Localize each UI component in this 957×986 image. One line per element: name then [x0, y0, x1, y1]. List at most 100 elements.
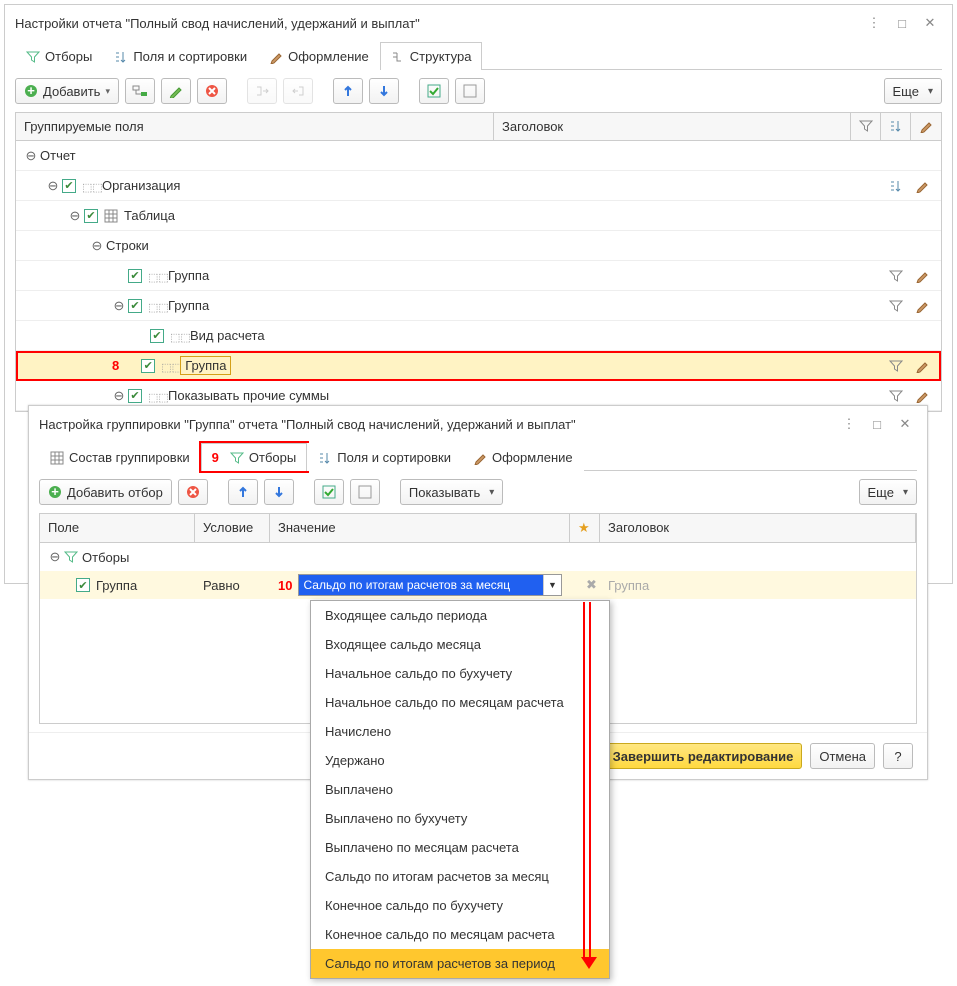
chevron-down-icon[interactable]: ▼: [543, 575, 561, 595]
dropdown-option[interactable]: Сальдо по итогам расчетов за период: [311, 949, 609, 978]
dropdown-option[interactable]: Удержано: [311, 746, 609, 775]
brush-icon[interactable]: [915, 269, 929, 283]
funnel-icon[interactable]: [889, 299, 903, 313]
dropdown-option[interactable]: Выплачено по месяцам расчета: [311, 833, 609, 862]
col-sort-icon[interactable]: [881, 113, 911, 140]
sub-uncheck-all-button[interactable]: [350, 479, 380, 505]
sub-delete-button[interactable]: [178, 479, 208, 505]
checkbox[interactable]: ✔: [128, 299, 142, 313]
dropdown-option[interactable]: Начальное сальдо по бухучету: [311, 659, 609, 688]
col-header[interactable]: Заголовок: [494, 113, 851, 140]
expander-icon[interactable]: ⊖: [48, 550, 62, 564]
tree-row[interactable]: ✔⬚⬚Группа: [16, 261, 941, 291]
add-filter-button[interactable]: + Добавить отбор: [39, 479, 172, 505]
tab-group-content[interactable]: Состав группировки: [39, 443, 201, 471]
finish-editing-button[interactable]: Завершить редактирование: [604, 743, 803, 769]
col-groupfields[interactable]: Группируемые поля: [16, 113, 494, 140]
expander-icon[interactable]: ⊖: [112, 299, 126, 313]
menu-icon[interactable]: ⋮: [862, 13, 886, 33]
col-header[interactable]: Заголовок: [600, 514, 916, 542]
tab-filters[interactable]: Отборы: [15, 42, 103, 70]
dropdown-option[interactable]: Выплачено: [311, 775, 609, 804]
checkbox[interactable]: ✔: [150, 329, 164, 343]
menu-icon[interactable]: ⋮: [837, 414, 861, 434]
tab-sub-fields-sort[interactable]: Поля и сортировки: [307, 443, 462, 471]
checkbox[interactable]: ✔: [84, 209, 98, 223]
sub-check-all-button[interactable]: [314, 479, 344, 505]
dropdown-option[interactable]: Конечное сальдо по бухучету: [311, 891, 609, 920]
maximize-icon[interactable]: □: [890, 13, 914, 33]
col-value[interactable]: Значение: [270, 514, 570, 542]
checkbox[interactable]: ✔: [128, 389, 142, 403]
dropdown-option[interactable]: Начислено: [311, 717, 609, 746]
tab-sub-design[interactable]: Оформление: [462, 443, 584, 471]
add-button[interactable]: + Добавить ▾: [15, 78, 119, 104]
funnel-icon[interactable]: [889, 269, 903, 283]
dropdown-option[interactable]: Входящее сальдо периода: [311, 601, 609, 630]
tree-row[interactable]: ⊖Отчет: [16, 141, 941, 171]
filter-cond-cell[interactable]: Равно: [195, 574, 270, 597]
tab-fields-sort[interactable]: Поля и сортировки: [103, 42, 258, 70]
tree-row[interactable]: ⊖✔Таблица: [16, 201, 941, 231]
move-in-button[interactable]: [247, 78, 277, 104]
brush-icon[interactable]: [915, 389, 929, 403]
funnel-icon[interactable]: [889, 359, 903, 373]
filter-root-row[interactable]: ⊖ Отборы: [40, 543, 916, 571]
uncheck-all-button[interactable]: [455, 78, 485, 104]
cancel-button[interactable]: Отмена: [810, 743, 875, 769]
col-star[interactable]: ★: [570, 514, 600, 542]
expander-icon[interactable]: ⊖: [112, 389, 126, 403]
tab-structure[interactable]: Структура: [380, 42, 483, 70]
dropdown-option[interactable]: Выплачено по бухучету: [311, 804, 609, 833]
value-combobox[interactable]: ▼: [298, 574, 562, 596]
move-up-button[interactable]: [333, 78, 363, 104]
expander-icon[interactable]: ⊖: [46, 179, 60, 193]
more-button[interactable]: Еще: [884, 78, 942, 104]
sub-move-down-button[interactable]: [264, 479, 294, 505]
maximize-icon[interactable]: □: [865, 414, 889, 434]
clear-icon[interactable]: ✖: [586, 577, 597, 593]
sub-move-up-button[interactable]: [228, 479, 258, 505]
close-icon[interactable]: ✕: [893, 414, 917, 434]
tree-row[interactable]: ⊖Строки: [16, 231, 941, 261]
expander-icon[interactable]: ⊖: [90, 239, 104, 253]
checkbox[interactable]: ✔: [76, 578, 90, 592]
tab-design[interactable]: Оформление: [258, 42, 380, 70]
sub-more-button[interactable]: Еще: [859, 479, 917, 505]
tree-row[interactable]: ⊖✔⬚⬚Организация: [16, 171, 941, 201]
tree-row[interactable]: ✔⬚⬚Вид расчета: [16, 321, 941, 351]
value-input[interactable]: [299, 575, 543, 595]
sort-icon[interactable]: [889, 179, 903, 193]
col-field[interactable]: Поле: [40, 514, 195, 542]
dropdown-option[interactable]: Входящее сальдо месяца: [311, 630, 609, 659]
close-icon[interactable]: ✕: [918, 13, 942, 33]
expander-icon[interactable]: ⊖: [24, 149, 38, 163]
col-brush-icon[interactable]: [911, 113, 941, 140]
brush-icon[interactable]: [915, 299, 929, 313]
checkbox[interactable]: ✔: [141, 359, 155, 373]
move-out-button[interactable]: [283, 78, 313, 104]
dropdown-option[interactable]: Конечное сальдо по месяцам расчета: [311, 920, 609, 949]
value-dropdown[interactable]: Входящее сальдо периодаВходящее сальдо м…: [310, 600, 610, 979]
checkbox[interactable]: ✔: [62, 179, 76, 193]
help-button[interactable]: ?: [883, 743, 913, 769]
move-down-button[interactable]: [369, 78, 399, 104]
brush-icon[interactable]: [915, 359, 929, 373]
check-all-button[interactable]: [419, 78, 449, 104]
tree-row[interactable]: 8✔⬚⬚Группа: [16, 351, 941, 381]
dropdown-option[interactable]: Начальное сальдо по месяцам расчета: [311, 688, 609, 717]
group-button[interactable]: [125, 78, 155, 104]
funnel-icon[interactable]: [889, 389, 903, 403]
tab-sub-filters[interactable]: 9 Отборы: [201, 443, 308, 471]
show-mode-button[interactable]: Показывать: [400, 479, 503, 505]
edit-button[interactable]: [161, 78, 191, 104]
filter-row[interactable]: ✔ Группа Равно 10 ▼ ✖ Группа: [40, 571, 916, 599]
checkbox[interactable]: ✔: [128, 269, 142, 283]
col-filter-icon[interactable]: [851, 113, 881, 140]
tree-row[interactable]: ⊖✔⬚⬚Группа: [16, 291, 941, 321]
brush-icon[interactable]: [915, 179, 929, 193]
filter-header-cell[interactable]: Группа: [600, 574, 916, 597]
dropdown-option[interactable]: Сальдо по итогам расчетов за месяц: [311, 862, 609, 891]
delete-button[interactable]: [197, 78, 227, 104]
col-cond[interactable]: Условие: [195, 514, 270, 542]
